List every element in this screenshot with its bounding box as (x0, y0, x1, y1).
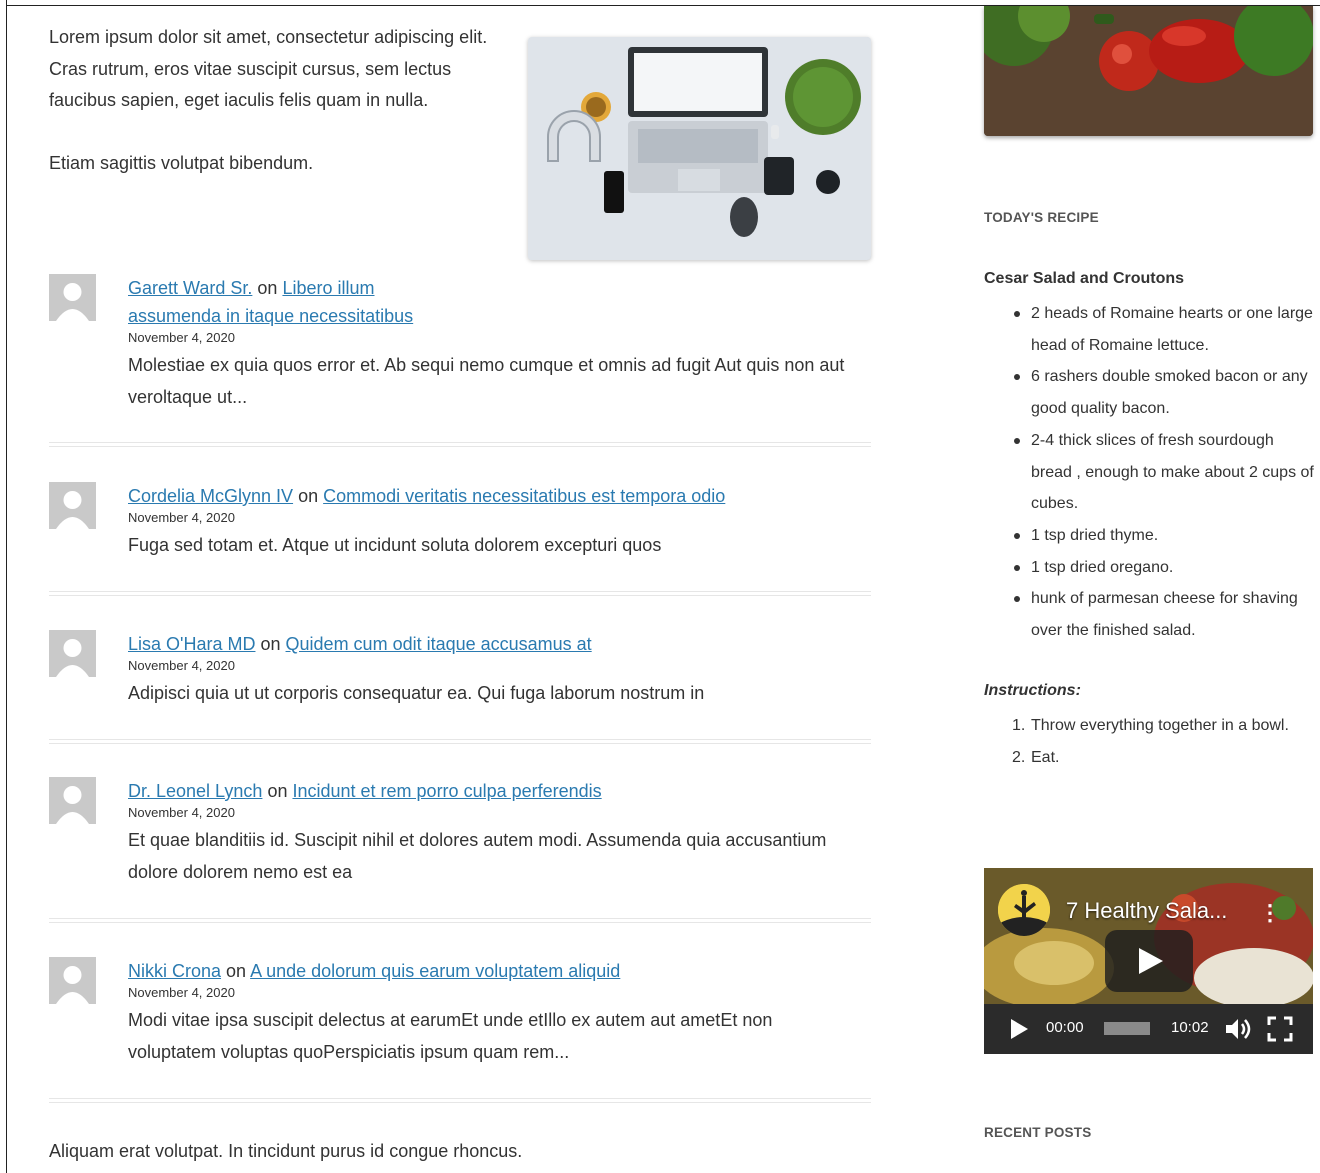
desk-laptop-image (528, 37, 871, 260)
more-menu-icon[interactable]: ⋮ (1259, 900, 1281, 926)
progress-bar[interactable] (1104, 1022, 1150, 1035)
play-icon (1139, 948, 1163, 974)
comment-author-link[interactable]: Dr. Leonel Lynch (128, 781, 262, 801)
comment-author-link[interactable]: Cordelia McGlynn IV (128, 486, 293, 506)
comment-on-label: on (267, 781, 288, 801)
avatar-icon (49, 630, 96, 677)
vegetables-illustration (984, 6, 1313, 136)
comment-on-label: on (257, 278, 278, 298)
comment-post-link[interactable]: A unde dolorum quis earum voluptatem ali… (250, 961, 620, 981)
vegetables-image (984, 6, 1313, 136)
instruction-step: 1. Throw everything together in a bowl. (1012, 710, 1302, 742)
comment-author-link[interactable]: Garett Ward Sr. (128, 278, 252, 298)
comment-separator (49, 918, 871, 923)
step-text: Throw everything together in a bowl. (1031, 717, 1289, 734)
video-player[interactable]: 7 Healthy Sala... ⋮ 00:00 10:02 (984, 868, 1313, 1054)
comment-on-label: on (298, 486, 319, 506)
comment-excerpt: Modi vitae ipsa suscipit delectus at ear… (128, 1010, 773, 1062)
comment-date: November 4, 2020 (128, 985, 235, 1000)
ingredient-item: 2 heads of Romaine hearts or one large h… (1014, 298, 1316, 361)
comment-separator (49, 591, 871, 596)
instructions-list: 1. Throw everything together in a bowl. … (1012, 710, 1302, 773)
instructions-label: Instructions: (984, 682, 1081, 699)
comment-excerpt: Adipisci quia ut ut corporis consequatur… (128, 683, 705, 703)
recipe-widget-title: TODAY'S RECIPE (984, 210, 1099, 225)
comment-separator (49, 442, 871, 447)
comment-separator (49, 739, 871, 744)
instruction-step: 2. Eat. (1012, 742, 1302, 774)
intro-paragraph: Lorem ipsum dolor sit amet, consectetur … (49, 27, 488, 110)
comment-on-label: on (226, 961, 247, 981)
intro-text: Lorem ipsum dolor sit amet, consectetur … (49, 22, 509, 210)
comment-excerpt: Fuga sed totam et. Atque ut incidunt sol… (128, 535, 662, 555)
recent-posts-title: RECENT POSTS (984, 1125, 1092, 1140)
comment-author-link[interactable]: Lisa O'Hara MD (128, 634, 255, 654)
channel-logo-icon[interactable] (998, 884, 1050, 936)
outro-text: Aliquam erat volutpat. In tincidunt puru… (49, 1141, 523, 1161)
avatar-icon (49, 274, 96, 321)
comment-date: November 4, 2020 (128, 658, 235, 673)
avatar-icon (49, 957, 96, 1004)
step-number: 1. (1012, 717, 1026, 734)
duration: 10:02 (1171, 1019, 1209, 1036)
comment-separator (49, 1098, 871, 1103)
ingredient-item: hunk of parmesan cheese for shaving over… (1014, 583, 1316, 646)
comment-date: November 4, 2020 (128, 330, 235, 345)
comment-author-link[interactable]: Nikki Crona (128, 961, 221, 981)
video-controls: 00:00 10:02 (984, 1004, 1313, 1054)
ingredient-item: 6 rashers double smoked bacon or any goo… (1014, 361, 1316, 424)
intro-paragraph: Etiam sagittis volutpat bibendum. (49, 152, 314, 173)
comment-post-link[interactable]: Quidem cum odit itaque accusamus at (286, 634, 592, 654)
volume-icon[interactable] (1224, 1016, 1252, 1042)
desk-laptop-illustration (528, 37, 871, 260)
play-icon[interactable] (1009, 1018, 1029, 1040)
ingredient-item: 2-4 thick slices of fresh sourdough brea… (1014, 425, 1316, 520)
step-number: 2. (1012, 748, 1026, 766)
frame-border-left (6, 0, 7, 1173)
comment-excerpt: Et quae blanditiis id. Suscipit nihil et… (128, 830, 827, 882)
comment-date: November 4, 2020 (128, 805, 235, 820)
video-title[interactable]: 7 Healthy Sala... (1066, 898, 1227, 924)
comment-post-link[interactable]: Incidunt et rem porro culpa perferendis (292, 781, 601, 801)
comment-date: November 4, 2020 (128, 510, 235, 525)
comment-excerpt: Molestiae ex quia quos error et. Ab sequ… (128, 355, 845, 407)
step-text: Eat. (1031, 748, 1060, 766)
ingredients-list: 2 heads of Romaine hearts or one large h… (1014, 298, 1316, 647)
recipe-title: Cesar Salad and Croutons (984, 270, 1185, 287)
current-time: 00:00 (1046, 1019, 1084, 1036)
comment-post-link[interactable]: Commodi veritatis necessitatibus est tem… (323, 486, 725, 506)
avatar-icon (49, 482, 96, 529)
ingredient-item: 1 tsp dried oregano. (1014, 552, 1316, 584)
ingredient-item: 1 tsp dried thyme. (1014, 520, 1316, 552)
comment-on-label: on (260, 634, 281, 654)
avatar-icon (49, 777, 96, 824)
play-button-large[interactable] (1105, 930, 1193, 992)
fullscreen-icon[interactable] (1267, 1016, 1293, 1042)
